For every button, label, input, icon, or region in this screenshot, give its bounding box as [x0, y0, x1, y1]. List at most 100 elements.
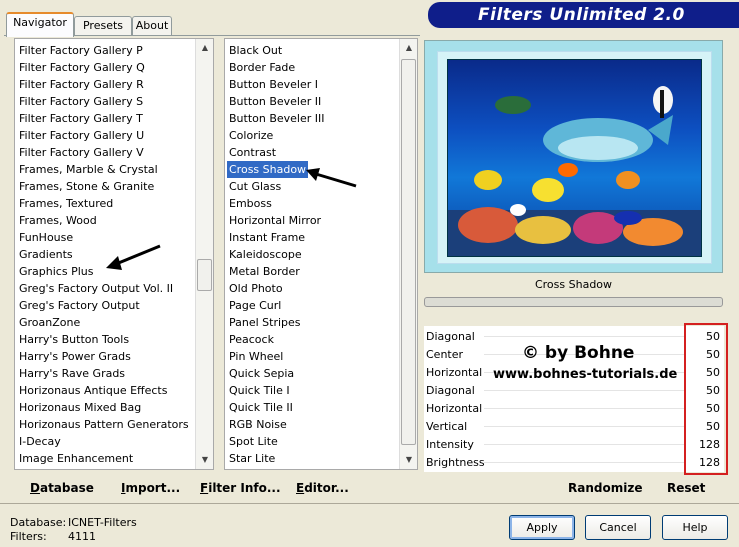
filter-list-item[interactable]: Contrast: [229, 144, 276, 161]
parameter-label: Center: [426, 348, 464, 361]
parameter-label: Brightness: [426, 456, 485, 469]
filter-list-item[interactable]: Page Curl: [229, 297, 281, 314]
filter-list-item[interactable]: Peacock: [229, 331, 274, 348]
filter-list-item[interactable]: Button Beveler II: [229, 93, 321, 110]
filter-list[interactable]: Black Out Border Fade Button Beveler I Butt…: [224, 38, 418, 470]
filter-list-item[interactable]: Quick Tile II: [229, 399, 293, 416]
filter-list-item[interactable]: Quick Tile I: [229, 382, 290, 399]
category-list-item[interactable]: Frames, Textured: [19, 195, 113, 212]
preview-frame: [424, 40, 723, 273]
filter-list-item[interactable]: Old Photo: [229, 280, 283, 297]
parameter-row[interactable]: Intensity 128: [424, 436, 724, 454]
filter-list-item[interactable]: Black Out: [229, 42, 282, 59]
parameter-slider[interactable]: [484, 462, 684, 463]
filter-list-item[interactable]: Cross Shadow: [227, 161, 309, 178]
filter-list-item[interactable]: Star Lite: [229, 450, 275, 467]
category-list-item[interactable]: Harry's Button Tools: [19, 331, 129, 348]
filter-list-item[interactable]: Colorize: [229, 127, 273, 144]
footer-divider: [0, 503, 739, 504]
reset-button[interactable]: Reset: [667, 481, 705, 495]
filter-list-item[interactable]: Button Beveler III: [229, 110, 325, 127]
category-list-item[interactable]: Greg's Factory Output Vol. II: [19, 280, 173, 297]
filter-list-item[interactable]: RGB Noise: [229, 416, 287, 433]
database-button[interactable]: Database: [30, 481, 94, 495]
filters-label: Filters:: [10, 530, 47, 543]
filter-scrollbar[interactable]: ▲ ▼: [399, 39, 417, 469]
filter-list-item[interactable]: Border Fade: [229, 59, 295, 76]
category-list-item[interactable]: Graphics Plus: [19, 263, 93, 280]
category-list-item[interactable]: FunHouse: [19, 229, 73, 246]
filter-list-item[interactable]: Panel Stripes: [229, 314, 301, 331]
apply-button[interactable]: Apply: [509, 515, 575, 540]
filter-list-item[interactable]: Cut Glass: [229, 178, 281, 195]
tab-navigator[interactable]: Navigator: [6, 12, 74, 37]
underwater-scene-image: [448, 86, 701, 256]
category-list-item[interactable]: Harry's Power Grads: [19, 348, 131, 365]
tab-about[interactable]: About: [132, 16, 172, 36]
category-list-item[interactable]: Filter Factory Gallery Q: [19, 59, 145, 76]
category-list-item[interactable]: Frames, Stone & Granite: [19, 178, 154, 195]
parameter-row[interactable]: Horizontal 50: [424, 400, 724, 418]
category-list-item[interactable]: Filter Factory Gallery T: [19, 110, 143, 127]
parameter-label: Horizontal: [426, 402, 483, 415]
scroll-down-icon[interactable]: ▼: [198, 453, 212, 467]
selected-filter-name: Cross Shadow: [534, 278, 613, 291]
category-list-item[interactable]: I-Decay: [19, 433, 61, 450]
banner-title: Filters Unlimited 2.0: [478, 5, 685, 25]
parameter-row[interactable]: Diagonal 50: [424, 382, 724, 400]
category-list-item[interactable]: Horizonaus Mixed Bag: [19, 399, 141, 416]
filter-list-item[interactable]: Horizontal Mirror: [229, 212, 321, 229]
filter-info-button[interactable]: Filter Info...: [200, 481, 281, 495]
editor-button[interactable]: Editor...: [296, 481, 349, 495]
category-list-item[interactable]: Filter Factory Gallery S: [19, 93, 143, 110]
watermark-author: © by Bohne: [522, 343, 635, 363]
category-list-item[interactable]: Filter Factory Gallery R: [19, 76, 144, 93]
database-value: ICNET-Filters: [68, 516, 137, 529]
import-button[interactable]: Import...: [121, 481, 180, 495]
category-list-item[interactable]: Image Enhancement: [19, 450, 133, 467]
filter-list-item[interactable]: Button Beveler I: [229, 76, 318, 93]
help-button[interactable]: Help: [662, 515, 728, 540]
category-list-item[interactable]: Filter Factory Gallery P: [19, 42, 143, 59]
cancel-button[interactable]: Cancel: [585, 515, 651, 540]
category-list-item[interactable]: Filter Factory Gallery V: [19, 144, 144, 161]
filters-count: 4111: [68, 530, 96, 543]
parameter-label: Horizontal: [426, 366, 483, 379]
tab-presets[interactable]: Presets: [74, 16, 132, 36]
category-list-item[interactable]: Horizonaus Pattern Generators: [19, 416, 189, 433]
preview-image: [447, 59, 702, 257]
randomize-button[interactable]: Randomize: [568, 481, 642, 495]
category-list-item[interactable]: Horizonaus Antique Effects: [19, 382, 167, 399]
category-list-item[interactable]: Harry's Rave Grads: [19, 365, 125, 382]
parameter-row[interactable]: Brightness 128: [424, 454, 724, 472]
filter-scroll-thumb[interactable]: [401, 59, 416, 445]
parameter-slider[interactable]: [484, 426, 684, 427]
category-list-item[interactable]: Frames, Marble & Crystal: [19, 161, 158, 178]
category-scrollbar[interactable]: ▲ ▼: [195, 39, 213, 469]
category-list-item[interactable]: Gradients: [19, 246, 73, 263]
filter-list-item[interactable]: Metal Border: [229, 263, 300, 280]
parameter-slider[interactable]: [484, 444, 684, 445]
filter-list-item[interactable]: Spot Lite: [229, 433, 278, 450]
category-list-item[interactable]: GroanZone: [19, 314, 80, 331]
category-scroll-thumb[interactable]: [197, 259, 212, 291]
scroll-up-icon[interactable]: ▲: [402, 41, 416, 55]
progress-bar: [424, 297, 723, 307]
parameter-slider[interactable]: [484, 390, 684, 391]
category-list-item[interactable]: Frames, Wood: [19, 212, 97, 229]
parameter-slider[interactable]: [484, 408, 684, 409]
filter-list-item[interactable]: Pin Wheel: [229, 348, 283, 365]
watermark-url: www.bohnes-tutorials.de: [493, 367, 678, 382]
category-list-item[interactable]: Greg's Factory Output: [19, 297, 140, 314]
filter-list-item[interactable]: Quick Sepia: [229, 365, 294, 382]
scroll-down-icon[interactable]: ▼: [402, 453, 416, 467]
app-banner: Filters Unlimited 2.0: [428, 2, 739, 28]
filter-list-item[interactable]: Instant Frame: [229, 229, 305, 246]
parameter-slider[interactable]: [484, 336, 684, 337]
filter-list-item[interactable]: Emboss: [229, 195, 272, 212]
filter-list-item[interactable]: Kaleidoscope: [229, 246, 302, 263]
annotation-arrow-icon: [106, 244, 161, 270]
parameter-row[interactable]: Vertical 50: [424, 418, 724, 436]
scroll-up-icon[interactable]: ▲: [198, 41, 212, 55]
category-list-item[interactable]: Filter Factory Gallery U: [19, 127, 144, 144]
